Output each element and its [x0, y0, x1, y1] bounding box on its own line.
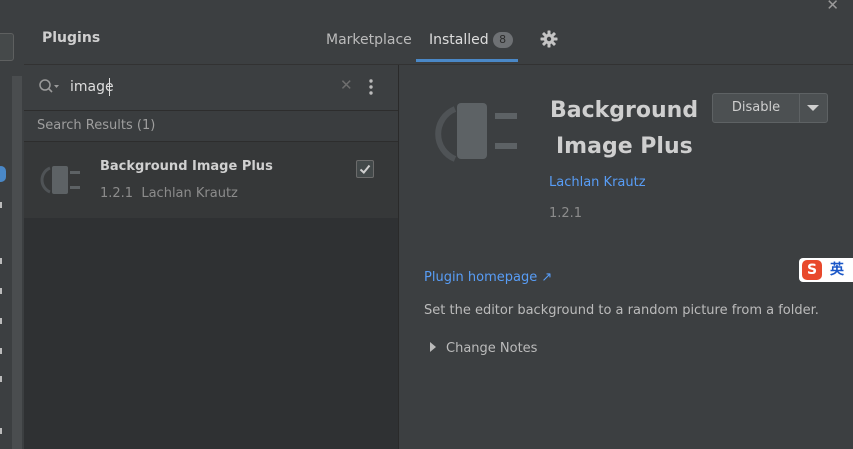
list-item[interactable]: Background Image Plus 1.2.1 Lachlan Krau… [24, 142, 398, 218]
installed-count-badge: 8 [492, 32, 513, 48]
close-icon[interactable]: ✕ [826, 0, 839, 14]
gear-icon[interactable] [540, 30, 558, 48]
ime-toolbar[interactable]: S 英 [799, 258, 853, 282]
chevron-down-icon[interactable] [807, 105, 819, 111]
tree-item-marker [0, 318, 2, 324]
tree-item-marker [0, 258, 2, 264]
plugin-name: Background Image Plus [100, 159, 273, 174]
expand-triangle-icon [430, 342, 436, 352]
search-results-label: Search Results (1) [37, 118, 156, 133]
ime-language-indicator[interactable]: 英 [830, 260, 844, 280]
page-title: Plugins [42, 30, 101, 46]
plugin-detail-version: 1.2.1 [549, 206, 583, 221]
ime-logo-icon: S [802, 260, 822, 280]
more-options-icon[interactable] [369, 78, 373, 96]
tree-item-marker [0, 288, 2, 294]
tree-item-marker [0, 428, 2, 434]
search-input[interactable] [70, 77, 320, 97]
disable-button-group: Disable [712, 93, 828, 123]
plugin-detail-title-line1: Background [550, 98, 699, 123]
search-icon[interactable] [38, 78, 60, 96]
plugins-header: Plugins Marketplace Installed 8 [24, 14, 853, 65]
disable-button[interactable]: Disable [713, 94, 799, 122]
plugin-vendor: Lachlan Krautz [141, 186, 238, 201]
plugin-detail-title-line2: Image Plus [556, 134, 693, 159]
text-caret [109, 78, 110, 96]
plugin-homepage-link[interactable]: Plugin homepage ↗ [424, 270, 552, 285]
vendor-link[interactable]: Lachlan Krautz [549, 175, 646, 190]
button-separator [799, 94, 800, 122]
change-notes-label: Change Notes [446, 341, 538, 356]
title-bar: ✕ [0, 0, 853, 14]
search-results-header: Search Results (1) [24, 111, 398, 142]
tree-item-marker [0, 348, 2, 354]
plugin-icon [40, 166, 80, 194]
plugin-large-icon [435, 103, 517, 162]
tree-search-box[interactable] [0, 33, 14, 61]
tree-item-marker [0, 202, 2, 208]
settings-tree-strip [0, 14, 24, 449]
plugin-detail-panel: Background Image Plus Disable Lachlan Kr… [399, 65, 853, 449]
change-notes-toggle[interactable]: Change Notes [430, 341, 537, 356]
tab-marketplace[interactable]: Marketplace [326, 32, 412, 48]
checkmark-icon [359, 164, 371, 174]
tab-installed-label: Installed [429, 32, 489, 48]
plugin-version: 1.2.1 [100, 186, 134, 201]
plugin-list-panel: ✕ Search Results (1) Background Image Pl… [24, 65, 399, 449]
plugin-meta: 1.2.1 Lachlan Krautz [100, 186, 238, 201]
plugin-enabled-checkbox[interactable] [356, 160, 374, 178]
tab-installed[interactable]: Installed 8 [429, 32, 513, 48]
search-bar: ✕ [24, 65, 398, 111]
plugin-description: Set the editor background to a random pi… [424, 303, 819, 318]
tree-selection-marker [0, 166, 6, 182]
active-tab-indicator [416, 59, 518, 62]
tree-item-marker [0, 376, 2, 382]
tree-scrollbar[interactable] [12, 76, 22, 449]
clear-search-icon[interactable]: ✕ [340, 76, 353, 94]
plugin-detail-title: Background Image Plus [550, 93, 720, 165]
